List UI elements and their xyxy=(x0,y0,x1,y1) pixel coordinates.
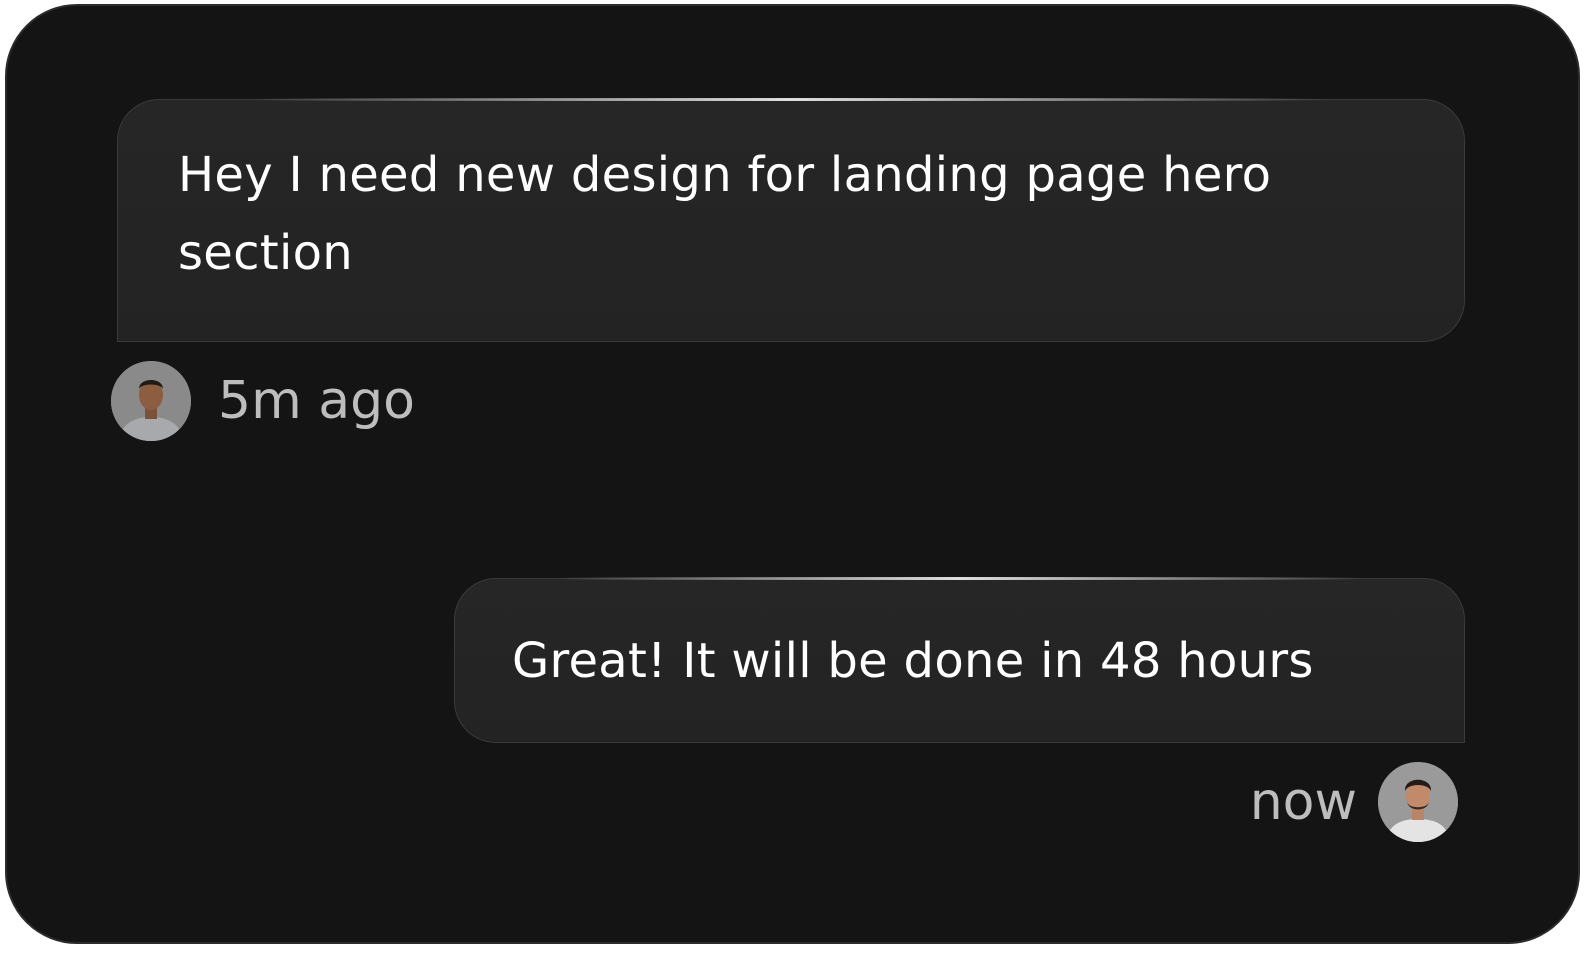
incoming-message-bubble: Hey I need new design for landing page h… xyxy=(117,98,1465,342)
person-avatar-icon xyxy=(111,361,191,441)
sender-avatar[interactable] xyxy=(111,361,191,441)
incoming-timestamp: 5m ago xyxy=(218,371,415,431)
outgoing-message-bubble: Great! It will be done in 48 hours xyxy=(454,577,1465,743)
chat-card: Hey I need new design for landing page h… xyxy=(5,4,1580,944)
incoming-message-text: Hey I need new design for landing page h… xyxy=(178,147,1272,281)
user-avatar[interactable] xyxy=(1378,762,1458,842)
outgoing-message-text: Great! It will be done in 48 hours xyxy=(512,633,1314,689)
outgoing-timestamp: now xyxy=(1249,772,1357,832)
person-avatar-icon xyxy=(1378,762,1458,842)
